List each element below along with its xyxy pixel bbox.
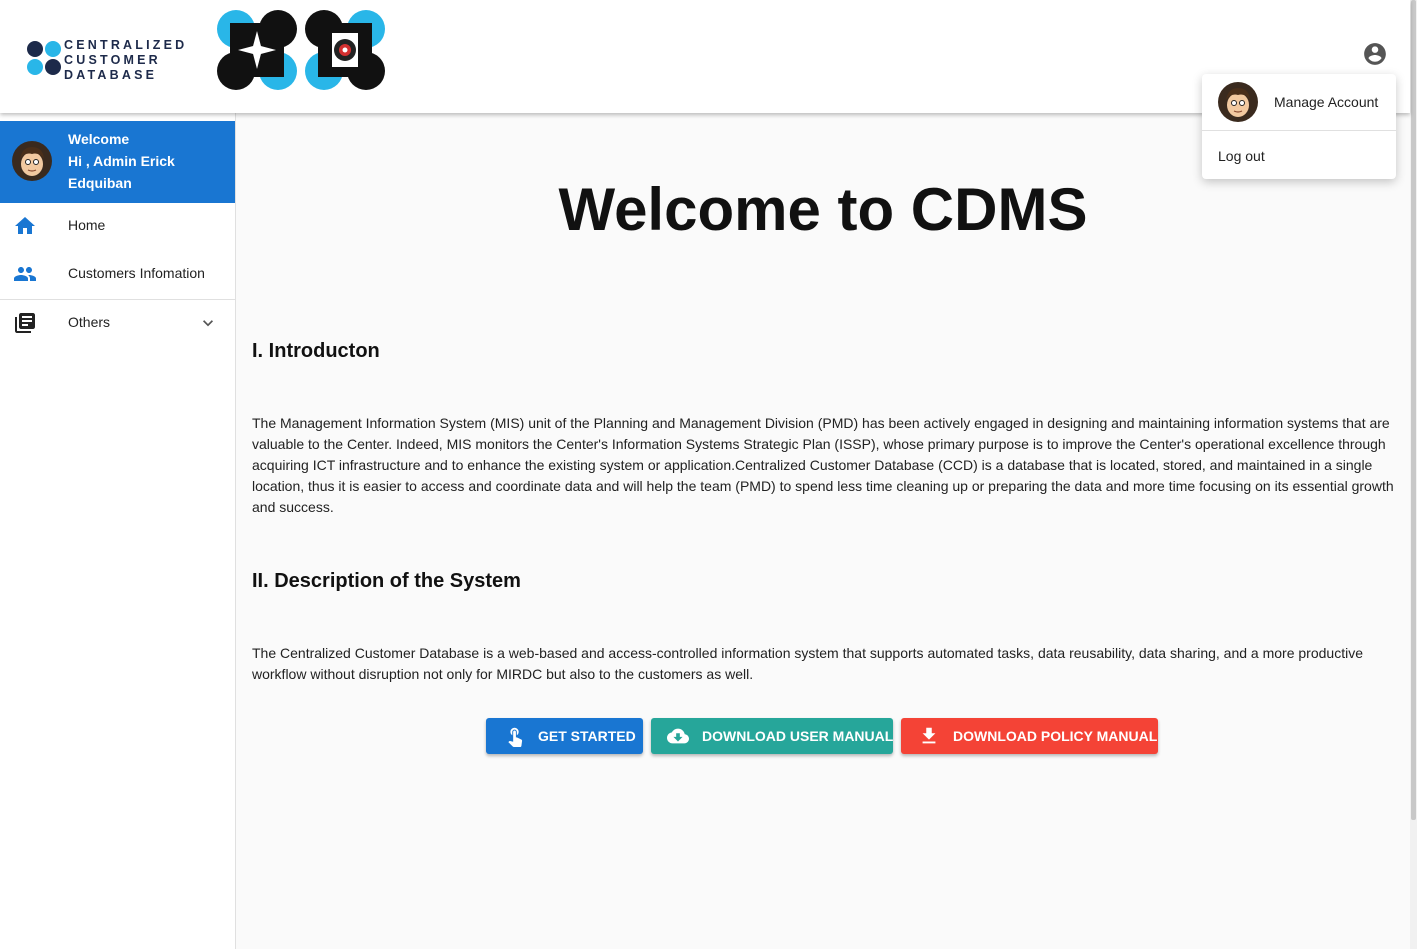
get-started-button[interactable]: GET STARTED [486,718,643,754]
intro-heading: I. Introducton [252,340,380,362]
user-greeting: Hi , Admin Erick Edquiban [68,153,175,191]
account-circle-icon[interactable] [1362,41,1388,67]
library-books-icon [15,313,35,333]
cloud-download-icon [667,728,689,744]
logout-label: Log out [1218,148,1265,164]
sidebar-item-others[interactable]: Others [0,299,235,347]
sidebar: Welcome Hi , Admin Erick Edquiban Home C… [0,113,236,949]
download-user-manual-button[interactable]: DOWNLOAD USER MANUAL [651,718,893,754]
brand-line-1: CENTRALIZED [64,38,188,52]
welcome-label: Welcome [68,131,130,147]
sidebar-item-label: Home [68,217,106,233]
sidebar-item-home[interactable]: Home [0,202,235,250]
ccd-logo-icon [27,41,61,75]
page-title: Welcome to CDMS [558,176,1088,243]
sidebar-item-label: Others [68,314,111,330]
account-menu: Manage Account Log out [1202,74,1396,179]
sidebar-item-label: Customers Infomation [68,265,205,281]
download-policy-manual-label: DOWNLOAD POLICY MANUAL [953,728,1158,744]
intro-paragraph: The Management Information System (MIS) … [252,415,1394,515]
user-avatar [1218,82,1258,122]
people-icon [14,267,36,281]
description-heading: II. Description of the System [252,570,521,592]
agency-seal-icon [217,10,385,90]
welcome-text: Welcome Hi , Admin Erick Edquiban [68,128,218,194]
download-policy-manual-button[interactable]: DOWNLOAD POLICY MANUAL [901,718,1158,754]
page-scrollbar[interactable] [1410,0,1417,949]
manage-account-menu-item[interactable]: Manage Account [1202,74,1396,130]
brand-line-2: CUSTOMER [64,53,161,67]
get-started-label: GET STARTED [538,728,636,744]
welcome-panel: Welcome Hi , Admin Erick Edquiban [0,121,235,203]
touch-icon [508,727,523,747]
app-header: CENTRALIZED CUSTOMER DATABASE [0,0,1410,113]
chevron-down-icon[interactable] [198,311,218,335]
download-user-manual-label: DOWNLOAD USER MANUAL [702,728,894,744]
sidebar-item-customers[interactable]: Customers Infomation [0,250,235,298]
scrollbar-thumb[interactable] [1411,0,1416,820]
manage-account-label: Manage Account [1274,94,1379,110]
description-paragraph: The Centralized Customer Database is a w… [252,645,1363,682]
logout-menu-item[interactable]: Log out [1202,131,1396,179]
home-icon [15,217,35,234]
user-avatar [12,141,52,181]
brand-line-3: DATABASE [64,68,158,82]
main-content: Welcome to CDMS I. Introducton The Manag… [236,113,1410,949]
download-icon [922,727,936,744]
brand-name: CENTRALIZED CUSTOMER DATABASE [64,38,187,83]
